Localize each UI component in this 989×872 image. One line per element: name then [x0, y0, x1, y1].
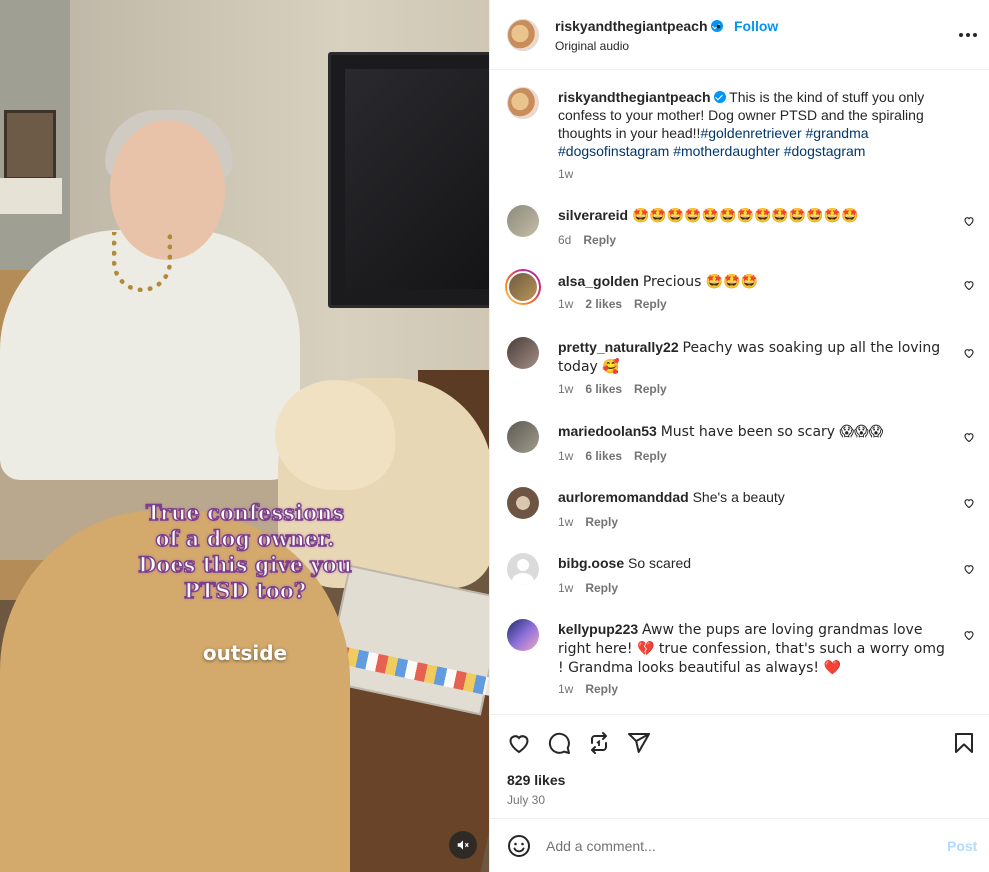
comment-username[interactable]: mariedoolan53 — [558, 423, 657, 439]
heart-icon[interactable] — [963, 563, 975, 575]
post-date[interactable]: July 30 — [507, 793, 545, 807]
post-panel: riskyandthegiantpeach • Follow Original … — [489, 0, 989, 872]
avatar[interactable] — [507, 205, 539, 237]
likes-count[interactable]: 6 likes — [585, 449, 622, 463]
comment-time[interactable]: 1w — [558, 581, 573, 595]
hashtag-link[interactable]: #goldenretriever — [700, 125, 801, 141]
comments-list[interactable]: riskyandthegiantpeach This is the kind o… — [490, 71, 989, 714]
header-username[interactable]: riskyandthegiantpeach — [555, 18, 708, 34]
reply-button[interactable]: Reply — [583, 233, 616, 247]
comment-username[interactable]: silverareid — [558, 207, 628, 223]
post-button[interactable]: Post — [947, 838, 977, 854]
comment-text: 🤩🤩🤩🤩🤩🤩🤩🤩🤩🤩🤩🤩🤩 — [631, 208, 859, 224]
verified-badge-icon — [713, 91, 726, 103]
comment-text: So scared — [628, 555, 692, 571]
share-icon[interactable] — [627, 731, 651, 755]
likes-count[interactable]: 829 likes — [507, 772, 565, 788]
comment-time[interactable]: 1w — [558, 449, 573, 463]
repost-icon[interactable] — [587, 731, 611, 755]
heart-icon[interactable] — [963, 215, 975, 227]
reply-button[interactable]: Reply — [634, 297, 667, 311]
comment-text: Must have been so scary 😱😱😱 — [660, 424, 884, 440]
heart-icon[interactable] — [963, 497, 975, 509]
hashtag-link[interactable]: #dogstagram — [784, 143, 866, 159]
mute-button[interactable] — [449, 831, 477, 859]
reply-button[interactable]: Reply — [585, 515, 618, 529]
bookmark-icon[interactable] — [952, 731, 976, 755]
comment-text: She's a beauty — [692, 489, 785, 505]
follow-button[interactable]: Follow — [734, 18, 778, 34]
comment-text: Precious 🤩🤩🤩 — [642, 274, 759, 290]
comment-time[interactable]: 1w — [558, 682, 573, 696]
comment-time[interactable]: 1w — [558, 515, 573, 529]
comment-username[interactable]: kellypup223 — [558, 621, 638, 637]
separator-dot: • — [716, 18, 721, 34]
avatar[interactable] — [507, 19, 539, 51]
comment-time[interactable]: 1w — [558, 382, 573, 396]
reply-button[interactable]: Reply — [634, 449, 667, 463]
television — [328, 52, 489, 308]
post-media[interactable]: True confessions of a dog owner. Does th… — [0, 0, 489, 872]
likes-count[interactable]: 6 likes — [585, 382, 622, 396]
video-frame — [0, 0, 489, 872]
reply-button[interactable]: Reply — [585, 581, 618, 595]
emoji-icon[interactable] — [507, 834, 531, 858]
comment-username[interactable]: bibg.oose — [558, 555, 624, 571]
add-comment-bar: Post — [490, 818, 989, 872]
caption-time[interactable]: 1w — [558, 167, 573, 181]
heart-icon[interactable] — [963, 431, 975, 443]
avatar[interactable] — [507, 421, 539, 453]
comment-username[interactable]: alsa_golden — [558, 273, 639, 289]
comment-username[interactable]: aurloremomanddad — [558, 489, 689, 505]
heart-icon[interactable] — [507, 731, 531, 755]
more-options-button[interactable] — [956, 24, 980, 46]
video-subtitle: outside — [202, 641, 288, 665]
comment-icon[interactable] — [547, 731, 571, 755]
audio-link[interactable]: Original audio — [555, 39, 629, 53]
avatar[interactable] — [505, 269, 541, 305]
reply-button[interactable]: Reply — [585, 682, 618, 696]
hashtag-link[interactable]: #motherdaughter — [673, 143, 780, 159]
heart-icon[interactable] — [963, 279, 975, 291]
avatar[interactable] — [507, 553, 539, 585]
reply-button[interactable]: Reply — [634, 382, 667, 396]
hashtag-link[interactable]: #dogsofinstagram — [558, 143, 669, 159]
caption-username[interactable]: riskyandthegiantpeach — [558, 89, 711, 105]
comment-time[interactable]: 1w — [558, 297, 573, 311]
avatar[interactable] — [507, 337, 539, 369]
hashtag-link[interactable]: #grandma — [806, 125, 869, 141]
heart-icon[interactable] — [963, 629, 975, 641]
post-actions: 829 likes July 30 — [490, 714, 989, 818]
avatar[interactable] — [507, 619, 539, 651]
post-header: riskyandthegiantpeach • Follow Original … — [490, 0, 989, 70]
avatar[interactable] — [507, 487, 539, 519]
comment-input[interactable] — [546, 835, 926, 857]
comment-time[interactable]: 6d — [558, 233, 571, 247]
speaker-muted-icon — [457, 840, 469, 850]
likes-count[interactable]: 2 likes — [585, 297, 622, 311]
comment-username[interactable]: pretty_naturally22 — [558, 339, 679, 355]
photo-frame — [4, 110, 56, 180]
avatar[interactable] — [507, 87, 539, 119]
video-caption-overlay: True confessions of a dog owner. Does th… — [137, 499, 352, 603]
heart-icon[interactable] — [963, 347, 975, 359]
